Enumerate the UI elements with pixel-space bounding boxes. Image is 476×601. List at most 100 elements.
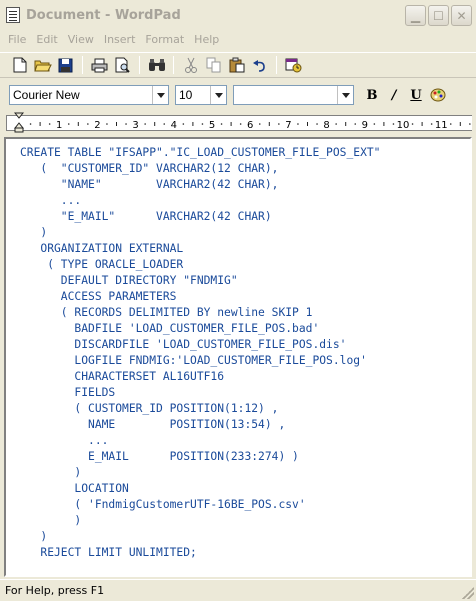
ruler-label: 10 (397, 120, 410, 131)
menu-view[interactable]: View (63, 33, 99, 46)
open-folder-icon[interactable] (33, 56, 52, 75)
insert-datetime-icon[interactable] (284, 56, 303, 75)
ruler-tick (87, 123, 89, 125)
document-line[interactable]: ... (20, 193, 380, 209)
document-line[interactable]: ( RECORDS DELIMITED BY newline SKIP 1 (20, 305, 380, 321)
ruler-label: 3 (132, 120, 138, 131)
ruler-tick (316, 123, 318, 125)
ruler-tick (469, 123, 471, 125)
document-line[interactable]: ( CUSTOMER_ID POSITION(1:12) , (20, 401, 380, 417)
paste-icon[interactable] (227, 56, 246, 75)
font-name-combo[interactable]: Courier New (9, 85, 169, 105)
ruler-tick (258, 123, 261, 125)
ruler-tick (220, 123, 223, 125)
ruler-label: 11 (435, 120, 448, 131)
document-line[interactable]: DISCARDFILE 'LOAD_CUSTOMER_FILE_POS.dis' (20, 337, 380, 353)
script-combo[interactable] (233, 85, 354, 105)
menu-format[interactable]: Format (140, 33, 189, 46)
document-line[interactable]: ) (20, 529, 380, 545)
document-line[interactable]: FIELDS (20, 385, 380, 401)
indent-marker-icon[interactable] (14, 112, 24, 134)
format-bar: Courier New 10 B / U (0, 82, 476, 108)
cut-icon[interactable] (181, 56, 200, 75)
document-line[interactable]: ) (20, 225, 380, 241)
print-icon[interactable] (90, 56, 109, 75)
ruler-tick (411, 123, 414, 125)
menu-help[interactable]: Help (189, 33, 224, 46)
toolbar-separator (173, 56, 174, 74)
ruler-label: 5 (209, 120, 215, 131)
font-size-combo[interactable]: 10 (175, 85, 227, 105)
ruler-tick (239, 123, 242, 125)
save-icon[interactable] (56, 56, 75, 75)
ruler-tick (278, 123, 280, 125)
toolbar-separator (139, 56, 140, 74)
document-line[interactable]: DEFAULT DIRECTORY "FNDMIG" (20, 273, 380, 289)
chevron-down-icon[interactable] (152, 86, 168, 104)
ruler-label: 7 (285, 120, 291, 131)
print-preview-icon[interactable] (113, 56, 132, 75)
italic-button[interactable]: / (384, 85, 404, 105)
ruler-label: 8 (323, 120, 329, 131)
document-line[interactable]: E_MAIL POSITION(233:274) ) (20, 449, 380, 465)
document-line[interactable]: BADFILE 'LOAD_CUSTOMER_FILE_POS.bad' (20, 321, 380, 337)
document-line[interactable]: "E_MAIL" VARCHAR2(42 CHAR) (20, 209, 380, 225)
document-line[interactable]: LOCATION (20, 481, 380, 497)
ruler-tick (163, 123, 166, 125)
copy-icon[interactable] (204, 56, 223, 75)
ruler-tick (182, 123, 185, 125)
menu-file[interactable]: File (3, 33, 31, 46)
status-text: For Help, press F1 (5, 584, 105, 597)
ruler-label: 2 (94, 120, 100, 131)
ruler-strip[interactable]: 1 2 3 4 5 6 7 8 9 10 11 (6, 115, 472, 131)
document-line[interactable]: ACCESS PARAMETERS (20, 289, 380, 305)
document-line[interactable]: ) (20, 465, 380, 481)
document-line[interactable]: ( 'FndmigCustomerUTF-16BE_POS.csv' (20, 497, 380, 513)
ruler-tick (201, 123, 204, 125)
bold-button[interactable]: B (362, 85, 382, 105)
document-line[interactable]: ) (20, 513, 380, 529)
document-line[interactable]: LOGFILE FNDMIG:'LOAD_CUSTOMER_FILE_POS.l… (20, 353, 380, 369)
ruler-tick (373, 123, 376, 125)
document-line[interactable]: ... (20, 433, 380, 449)
close-button[interactable]: ✕ (451, 5, 472, 26)
toolbar-separator (82, 56, 83, 74)
chevron-down-icon[interactable] (337, 86, 353, 104)
document-line[interactable]: ( "CUSTOMER_ID" VARCHAR2(12 CHAR), (20, 161, 380, 177)
new-document-icon[interactable] (10, 56, 29, 75)
menu-edit[interactable]: Edit (31, 33, 62, 46)
resize-grip-icon[interactable] (462, 587, 474, 599)
wordpad-app-icon[interactable] (6, 7, 20, 23)
document-line[interactable]: REJECT LIMIT UNLIMITED; (20, 545, 380, 561)
chevron-down-icon[interactable] (210, 86, 226, 104)
ruler-label: 1 (56, 120, 62, 131)
menu-insert[interactable]: Insert (99, 33, 141, 46)
window-controls: ▁ ☐ ✕ (405, 5, 472, 26)
ruler-tick (125, 123, 127, 125)
ruler-tick (48, 123, 51, 125)
toolbar-separator (276, 56, 277, 74)
document-text[interactable]: CREATE TABLE "IFSAPP"."IC_LOAD_CUSTOMER_… (20, 145, 380, 561)
ruler-tick (354, 123, 357, 125)
font-name-value: Courier New (13, 88, 80, 102)
document-area[interactable]: CREATE TABLE "IFSAPP"."IC_LOAD_CUSTOMER_… (4, 137, 472, 577)
ruler-tick (449, 123, 452, 125)
document-line[interactable]: ( TYPE ORACLE_LOADER (20, 257, 380, 273)
undo-icon[interactable] (250, 56, 269, 75)
menu-bar: File Edit View Insert Format Help (0, 30, 476, 49)
ruler-label: 4 (171, 120, 177, 131)
find-icon[interactable] (147, 56, 166, 75)
document-line[interactable]: ORGANIZATION EXTERNAL (20, 241, 380, 257)
palette-icon[interactable] (428, 85, 448, 105)
minimize-button[interactable]: ▁ (405, 5, 426, 26)
document-line[interactable]: CREATE TABLE "IFSAPP"."IC_LOAD_CUSTOMER_… (20, 145, 380, 161)
maximize-button[interactable]: ☐ (428, 5, 449, 26)
standard-toolbar (0, 52, 476, 78)
document-line[interactable]: "NAME" VARCHAR2(42 CHAR), (20, 177, 380, 193)
font-size-value: 10 (179, 88, 193, 102)
document-line[interactable]: CHARACTERSET AL16UTF16 (20, 369, 380, 385)
underline-button[interactable]: U (406, 85, 426, 105)
document-line[interactable]: NAME POSITION(13:54) , (20, 417, 380, 433)
ruler-tick (297, 123, 299, 125)
ruler-tick (144, 123, 146, 125)
